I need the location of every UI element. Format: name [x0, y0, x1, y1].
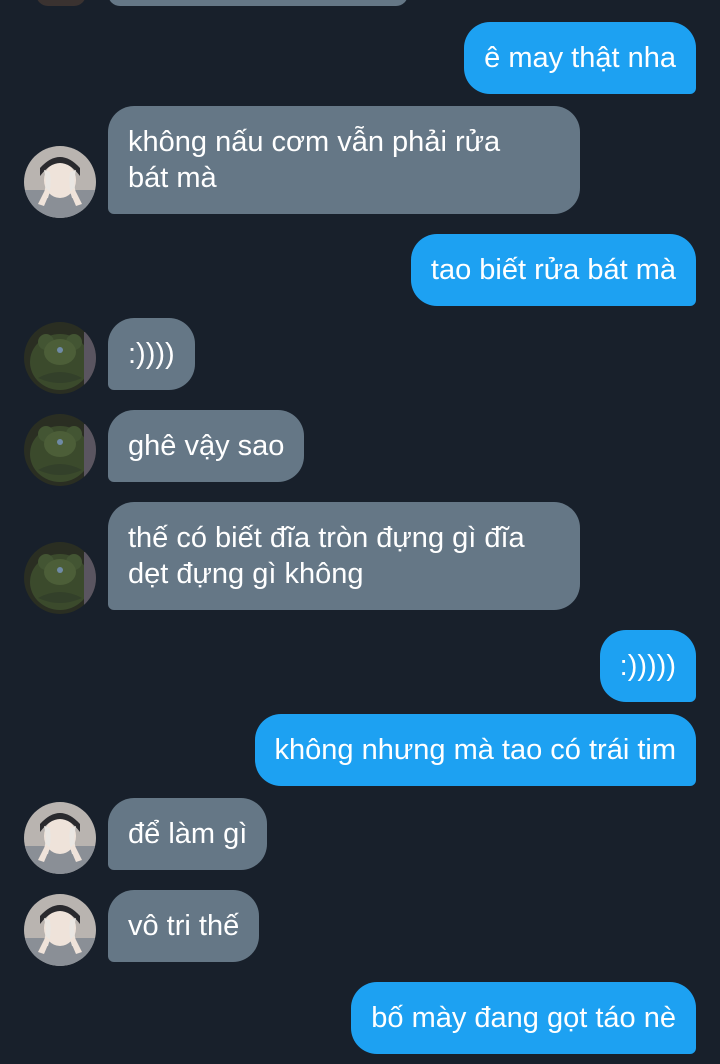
avatar-person-icon[interactable] [24, 146, 96, 218]
chat-thread: ê may thật nha không nấu cơm vẫn phải rử… [0, 0, 720, 1064]
avatar-bear-icon[interactable] [24, 322, 96, 394]
message-bubble-incoming[interactable]: ghê vậy sao [108, 410, 305, 482]
message-bubble-incoming[interactable]: không nấu cơm vẫn phải rửa bát mà [108, 106, 580, 214]
message-bubble-partial [108, 0, 408, 6]
avatar-bear-icon[interactable] [24, 414, 96, 486]
message-bubble-incoming[interactable]: vô tri thế [108, 890, 260, 962]
message-bubble-outgoing[interactable]: ê may thật nha [464, 22, 696, 94]
avatar-bear-icon[interactable] [24, 542, 96, 614]
message-bubble-outgoing[interactable]: :))))) [599, 630, 696, 702]
message-bubble-outgoing[interactable]: bố mày đang gọt táo nè [351, 982, 696, 1054]
message-bubble-outgoing[interactable]: tao biết rửa bát mà [410, 234, 696, 306]
avatar-person-icon[interactable] [24, 802, 96, 874]
message-bubble-incoming[interactable]: để làm gì [108, 798, 268, 870]
avatar-partial [36, 0, 86, 6]
avatar-person-icon[interactable] [24, 894, 96, 966]
message-bubble-outgoing[interactable]: không nhưng mà tao có trái tim [254, 714, 696, 786]
message-bubble-incoming[interactable]: thế có biết đĩa tròn đựng gì đĩa dẹt đựn… [108, 502, 580, 610]
message-bubble-incoming[interactable]: :)))) [108, 318, 195, 390]
